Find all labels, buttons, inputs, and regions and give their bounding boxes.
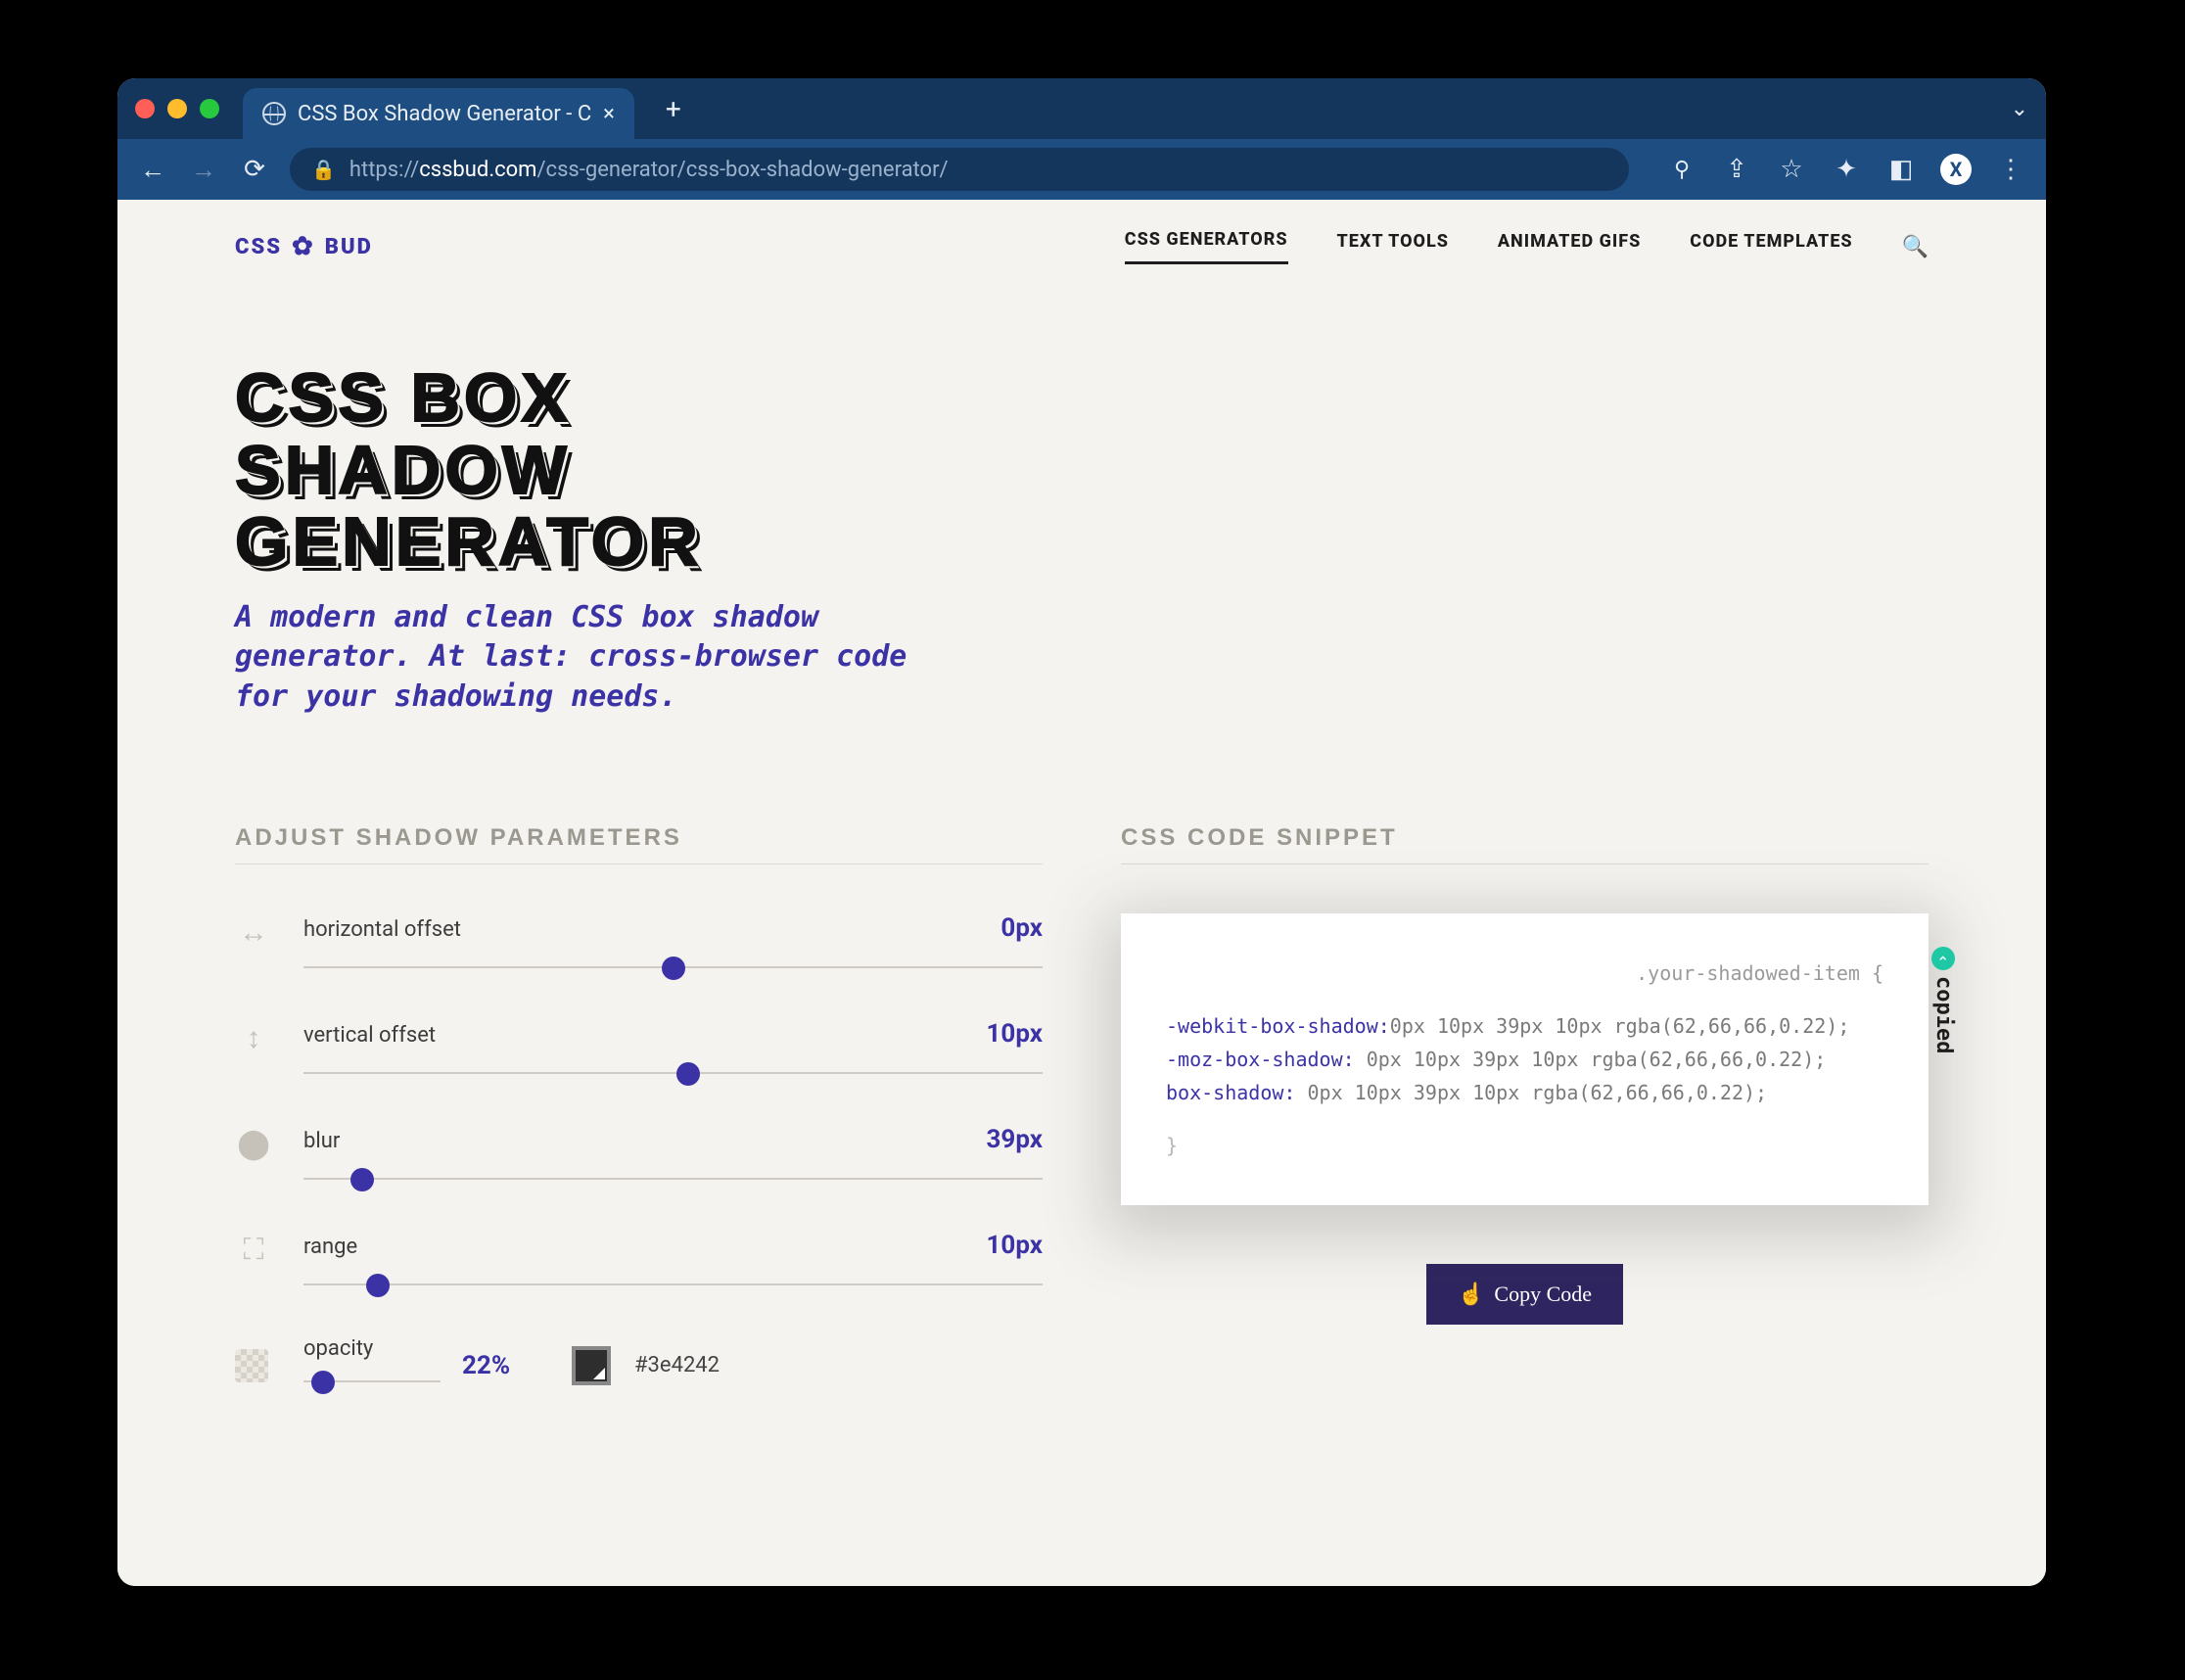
page-subtitle: A modern and clean CSS box shadow genera… xyxy=(235,598,920,718)
param-value: 10px xyxy=(987,1019,1044,1049)
close-tab-button[interactable]: × xyxy=(603,102,615,126)
profile-avatar[interactable]: X xyxy=(1940,154,1972,185)
code-line: box-shadow: 0px 10px 39px 10px rgba(62,6… xyxy=(1166,1076,1883,1109)
copied-label: copied xyxy=(1926,976,1962,1053)
param-opacity: opacity 22% #3e4242 xyxy=(235,1336,1043,1394)
nav-animated-gifs[interactable]: ANIMATED GIFS xyxy=(1498,231,1641,263)
hero: CSS BOX SHADOW GENERATOR A modern and cl… xyxy=(117,294,1038,746)
param-label: vertical offset xyxy=(303,1023,436,1048)
bookmark-icon[interactable]: ☆ xyxy=(1776,154,1807,185)
extensions-icon[interactable]: ✦ xyxy=(1831,154,1862,185)
horizontal-icon: ↔ xyxy=(235,913,272,951)
color-picker[interactable] xyxy=(572,1346,611,1385)
opacity-slider[interactable] xyxy=(303,1371,441,1394)
search-icon[interactable]: 🔍 xyxy=(1902,235,1929,259)
pointer-icon: ☝ xyxy=(1458,1282,1484,1307)
param-label: opacity xyxy=(303,1336,373,1361)
page-title: CSS BOX SHADOW GENERATOR xyxy=(235,362,920,579)
forward-button[interactable]: → xyxy=(188,154,219,185)
maximize-window-button[interactable] xyxy=(200,99,219,118)
page-content[interactable]: CSS ✿ BUD CSS GENERATORS TEXT TOOLS ANIM… xyxy=(117,200,2046,1586)
nav-code-templates[interactable]: CODE TEMPLATES xyxy=(1690,231,1852,263)
param-horizontal: ↔ horizontal offset 0px xyxy=(235,913,1043,980)
back-button[interactable]: ← xyxy=(137,154,168,185)
browser-window: CSS Box Shadow Generator - C × + ⌄ ← → ⟳… xyxy=(117,78,2046,1586)
flower-icon: ✿ xyxy=(292,232,315,261)
vertical-icon: ↕ xyxy=(235,1019,272,1056)
share-icon[interactable]: ⇪ xyxy=(1721,154,1752,185)
check-icon: ‹ xyxy=(1931,947,1955,970)
param-label: horizontal offset xyxy=(303,917,461,942)
opacity-icon xyxy=(235,1349,268,1382)
tab-title: CSS Box Shadow Generator - C xyxy=(298,102,591,126)
url-scheme: https:// xyxy=(349,158,419,182)
panels: ADJUST SHADOW PARAMETERS ↔ horizontal of… xyxy=(117,746,2046,1453)
param-blur: ⬤ blur 39px xyxy=(235,1125,1043,1191)
menu-icon[interactable]: ⋮ xyxy=(1995,154,2026,185)
code-line: -webkit-box-shadow:0px 10px 39px 10px rg… xyxy=(1166,1009,1883,1043)
copy-code-button[interactable]: ☝ Copy Code xyxy=(1426,1264,1623,1325)
blur-slider[interactable] xyxy=(303,1168,1043,1191)
titlebar: CSS Box Shadow Generator - C × + ⌄ xyxy=(117,78,2046,139)
toolbar-right: ⚲ ⇪ ☆ ✦ ◧ X ⋮ xyxy=(1666,154,2026,185)
copy-button-label: Copy Code xyxy=(1494,1282,1592,1307)
lock-icon: 🔒 xyxy=(311,158,336,181)
code-line: -moz-box-shadow: 0px 10px 39px 10px rgba… xyxy=(1166,1043,1883,1076)
code-selector: .your-shadowed-item { xyxy=(1166,957,1883,990)
reload-button[interactable]: ⟳ xyxy=(239,154,270,185)
param-range: ⛶ range 10px xyxy=(235,1231,1043,1297)
code-box: ‹ copied .your-shadowed-item { -webkit-b… xyxy=(1121,913,1929,1205)
param-value: 39px xyxy=(987,1125,1044,1154)
minimize-window-button[interactable] xyxy=(167,99,187,118)
nav-items: CSS GENERATORS TEXT TOOLS ANIMATED GIFS … xyxy=(1125,229,1929,264)
code-close: } xyxy=(1166,1129,1883,1162)
snippet-heading: CSS CODE SNIPPET xyxy=(1121,824,1929,864)
browser-toolbar: ← → ⟳ 🔒 https://cssbud.com/css-generator… xyxy=(117,139,2046,200)
blur-icon: ⬤ xyxy=(235,1125,272,1162)
range-icon: ⛶ xyxy=(235,1231,272,1268)
horizontal-slider[interactable] xyxy=(303,957,1043,980)
zoom-icon[interactable]: ⚲ xyxy=(1666,154,1697,185)
nav-text-tools[interactable]: TEXT TOOLS xyxy=(1337,231,1449,263)
url-host: cssbud.com xyxy=(419,158,536,182)
param-label: range xyxy=(303,1235,357,1259)
logo-text-pre: CSS xyxy=(235,235,282,259)
param-value: 10px xyxy=(987,1231,1044,1260)
globe-icon xyxy=(262,102,286,125)
nav-css-generators[interactable]: CSS GENERATORS xyxy=(1125,229,1288,264)
url-path: /css-generator/css-box-shadow-generator/ xyxy=(536,158,948,182)
logo-text-post: BUD xyxy=(325,235,373,259)
param-value: 0px xyxy=(1000,913,1043,943)
vertical-slider[interactable] xyxy=(303,1062,1043,1086)
param-vertical: ↕ vertical offset 10px xyxy=(235,1019,1043,1086)
window-controls xyxy=(135,99,219,118)
close-window-button[interactable] xyxy=(135,99,155,118)
site-nav: CSS ✿ BUD CSS GENERATORS TEXT TOOLS ANIM… xyxy=(117,200,2046,294)
site-logo[interactable]: CSS ✿ BUD xyxy=(235,232,373,261)
range-slider[interactable] xyxy=(303,1274,1043,1297)
browser-tab[interactable]: CSS Box Shadow Generator - C × xyxy=(243,88,634,139)
params-heading: ADJUST SHADOW PARAMETERS xyxy=(235,824,1043,864)
new-tab-button[interactable]: + xyxy=(666,93,681,125)
color-hex: #3e4242 xyxy=(634,1353,752,1377)
param-label: blur xyxy=(303,1129,340,1153)
param-value: 22% xyxy=(462,1351,550,1380)
sidepanel-icon[interactable]: ◧ xyxy=(1885,154,1917,185)
address-bar[interactable]: 🔒 https://cssbud.com/css-generator/css-b… xyxy=(290,148,1629,191)
snippet-panel: CSS CODE SNIPPET ‹ copied .your-shadowed… xyxy=(1121,824,1929,1394)
tabs-menu-button[interactable]: ⌄ xyxy=(2011,97,2028,121)
params-panel: ADJUST SHADOW PARAMETERS ↔ horizontal of… xyxy=(235,824,1043,1394)
copied-badge: ‹ copied xyxy=(1926,947,1962,1053)
